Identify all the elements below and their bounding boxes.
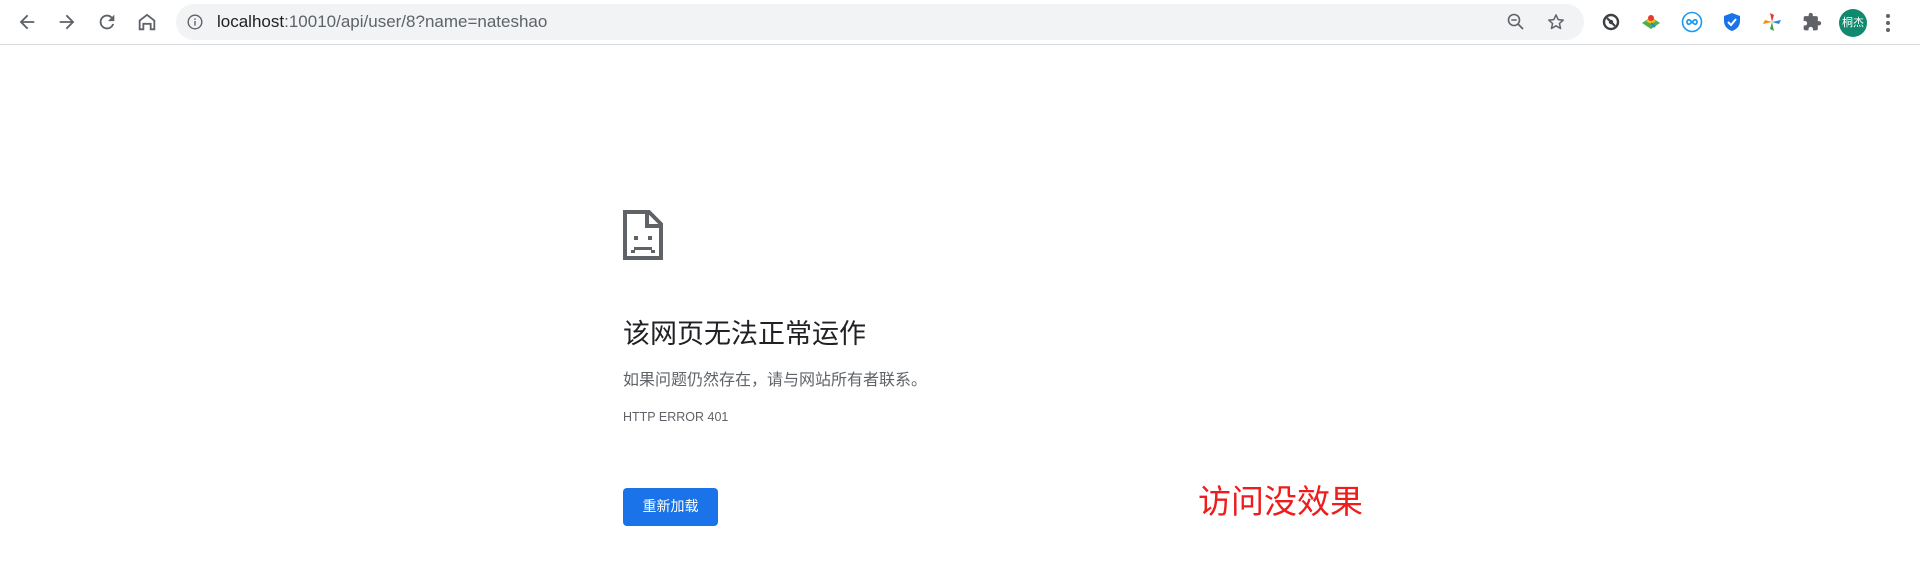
address-bar[interactable]: localhost:10010/api/user/8?name=nateshao — [176, 4, 1584, 40]
forward-arrow-icon — [59, 14, 75, 30]
url-host: localhost — [217, 12, 285, 31]
reload-button[interactable] — [91, 6, 123, 38]
kebab-menu-icon[interactable] — [1884, 12, 1892, 34]
browser-toolbar: localhost:10010/api/user/8?name=nateshao — [0, 0, 1920, 45]
forward-button[interactable] — [51, 6, 83, 38]
info-icon[interactable] — [187, 14, 203, 30]
error-message: 如果问题仍然存在，请与网站所有者联系。 — [623, 370, 928, 389]
home-button[interactable] — [131, 6, 163, 38]
profile-avatar[interactable]: 桐杰 — [1839, 9, 1867, 37]
error-code: HTTP ERROR 401 — [623, 410, 729, 424]
zoom-out-icon[interactable] — [1506, 12, 1526, 32]
home-icon — [138, 13, 156, 31]
infinity-extension-icon — [1681, 11, 1703, 33]
shield-extension-icon — [1724, 13, 1740, 31]
url-text[interactable]: localhost:10010/api/user/8?name=nateshao — [217, 4, 547, 40]
shield-extension[interactable] — [1720, 10, 1744, 34]
back-button[interactable] — [11, 6, 43, 38]
back-arrow-icon — [19, 14, 35, 30]
url-path: :10010/api/user/8?name=nateshao — [284, 12, 548, 31]
pinwheel-extension[interactable] — [1760, 10, 1784, 34]
pinwheel-extension-icon — [1763, 13, 1781, 31]
infinity-extension[interactable] — [1680, 10, 1704, 34]
map-extension[interactable] — [1639, 10, 1663, 34]
reload-page-button[interactable]: 重新加载 — [623, 488, 718, 526]
extensions-button[interactable] — [1800, 10, 1824, 34]
reload-icon — [99, 14, 115, 30]
sad-page-icon — [623, 210, 663, 260]
sync-extension-icon — [1602, 13, 1620, 31]
puzzle-icon — [1803, 12, 1822, 31]
map-extension-icon — [1642, 15, 1660, 29]
annotation-text: 访问没效果 — [1198, 482, 1363, 521]
error-title: 该网页无法正常运作 — [623, 319, 866, 350]
sync-extension[interactable] — [1599, 10, 1623, 34]
star-icon[interactable] — [1546, 12, 1566, 32]
